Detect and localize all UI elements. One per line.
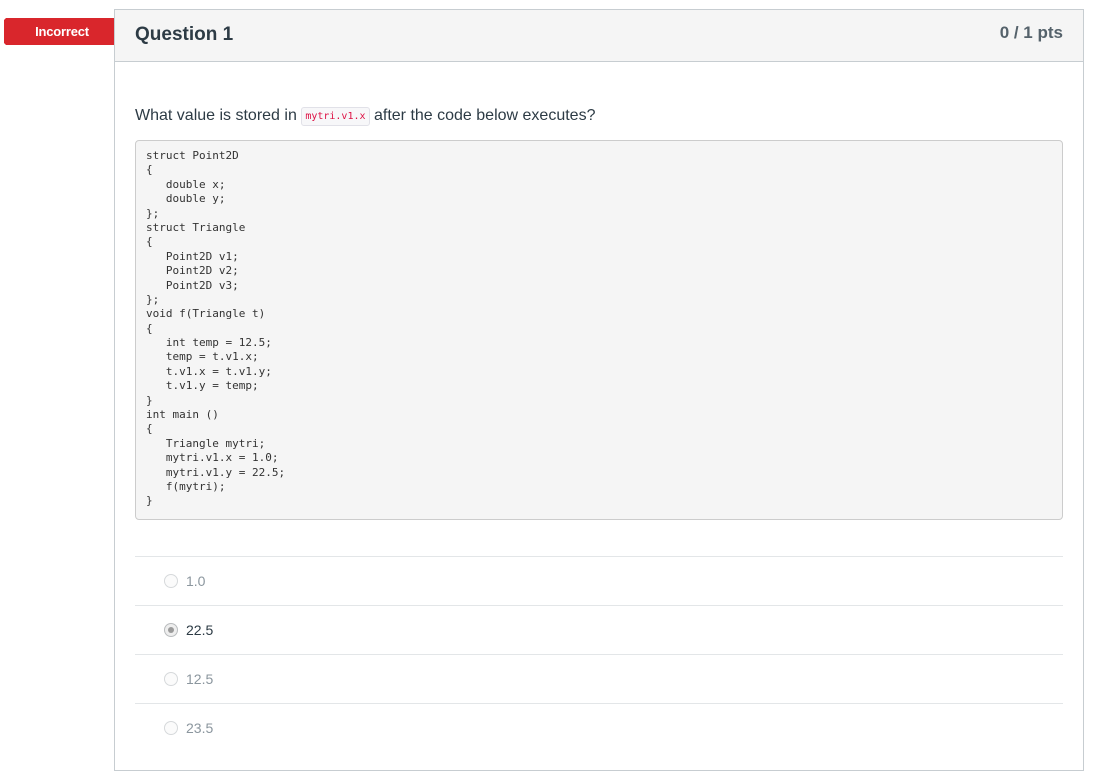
code-line: struct Point2D (146, 149, 239, 162)
status-flag-label: Incorrect (35, 24, 89, 39)
inline-code: mytri.v1.x (301, 107, 370, 126)
question-text-before: What value is stored in (135, 107, 297, 124)
code-line: } (146, 494, 153, 508)
code-line: int main () (146, 408, 219, 422)
code-line: struct Triangle (146, 220, 246, 234)
code-line: t.v1.y = temp; (146, 379, 259, 393)
code-line: Point2D v2; (146, 264, 239, 278)
code-line: { (146, 235, 153, 249)
code-line: { (146, 163, 153, 177)
code-line: Point2D v1; (146, 249, 239, 263)
question-points: 0 / 1 pts (999, 23, 1063, 42)
code-line: void f(Triangle t) (146, 307, 266, 321)
code-line: int temp = 12.5; (146, 336, 272, 350)
status-flag: Incorrect (4, 18, 130, 45)
question-panel: Question 1 0 / 1 pts What value is store… (114, 9, 1084, 771)
answer-label: 22.5 (186, 622, 214, 638)
radio-selected-icon[interactable] (164, 623, 178, 637)
code-line: double y; (146, 192, 226, 206)
code-line: { (146, 422, 153, 436)
code-line: }; (146, 292, 160, 306)
question-body: What value is stored in mytri.v1.x after… (115, 105, 1083, 752)
question-title: Question 1 (135, 24, 234, 45)
code-line: mytri.v1.y = 22.5; (146, 465, 286, 479)
question-text-after: after the code below executes? (373, 107, 596, 124)
answer-option[interactable]: 22.5 (135, 605, 1063, 654)
question-header: Question 1 0 / 1 pts (115, 10, 1083, 62)
code-line: }; (146, 206, 160, 220)
answer-option[interactable]: 1.0 (135, 556, 1063, 605)
answer-label: 1.0 (186, 573, 206, 589)
answer-list: 1.0 22.5 12.5 23.5 (135, 556, 1063, 752)
radio-icon[interactable] (164, 574, 178, 588)
code-block: struct Point2D{ double x; double y;}; str… (135, 140, 1063, 520)
answer-option[interactable]: 12.5 (135, 654, 1063, 703)
code-line: t.v1.x = t.v1.y; (146, 364, 272, 378)
code-line: Point2D v3; (146, 278, 239, 292)
code-line: double x; (146, 177, 226, 191)
answer-label: 12.5 (186, 671, 214, 687)
code-line: { (146, 321, 153, 335)
radio-icon[interactable] (164, 721, 178, 735)
answer-label: 23.5 (186, 720, 214, 736)
code-line: f(mytri); (146, 479, 226, 493)
question-text: What value is stored in mytri.v1.x after… (135, 105, 1063, 129)
answer-option[interactable]: 23.5 (135, 703, 1063, 752)
code-line: mytri.v1.x = 1.0; (146, 451, 279, 465)
code-line: temp = t.v1.x; (146, 350, 259, 364)
code-line: Triangle mytri; (146, 436, 266, 450)
code-line: } (146, 393, 153, 407)
radio-icon[interactable] (164, 672, 178, 686)
